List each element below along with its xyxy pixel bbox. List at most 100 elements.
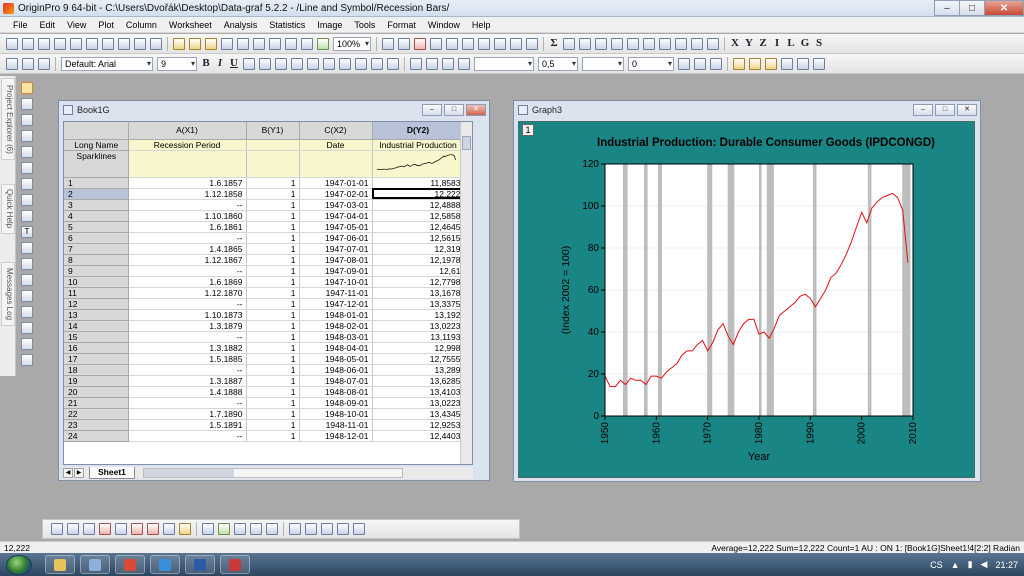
zoom-in-icon[interactable] [21,98,33,110]
set-error-icon[interactable]: I [772,37,782,50]
table-cell[interactable]: 1947-02-01 [299,188,373,200]
save-template-icon[interactable] [237,37,249,50]
menu-window[interactable]: Window [422,20,466,30]
new-project-icon[interactable] [6,37,18,50]
industrial-production-chart[interactable]: 0 20 40 60 80 100 120 1950 1960 1970 1980 1990 2000 2… [519,122,974,477]
swap-layers-icon[interactable] [266,523,278,535]
table-cell[interactable]: 12,4645 [372,221,465,233]
table-cell[interactable]: 1 [246,188,300,200]
row-header[interactable]: 23 [64,419,129,431]
screen-reader-icon[interactable] [21,130,33,142]
table-cell[interactable]: 13,0223 [372,320,465,332]
table-row[interactable]: 12 -- 1 1947-12-01 13,3375 [64,298,465,310]
table-cell[interactable]: 1 [246,243,300,255]
table-cell[interactable]: 1948-01-01 [299,309,373,321]
link-icon[interactable] [21,338,33,350]
row-header[interactable]: 21 [64,397,129,409]
table-cell[interactable]: 13,289 [372,364,465,376]
pie-plot-icon[interactable] [163,523,175,535]
row-header[interactable]: 14 [64,320,129,332]
sparkline-b[interactable] [246,150,300,178]
table-cell[interactable]: 1.6.1869 [128,276,247,288]
table-cell[interactable]: 1 [246,276,300,288]
table-cell[interactable]: 1.10.1860 [128,210,247,222]
align-right-layer-icon[interactable] [305,523,317,535]
add-layer-icon[interactable] [202,523,214,535]
table-cell[interactable]: 1947-03-01 [299,199,373,211]
sheet-next-button[interactable]: ▶ [74,468,84,478]
align-bottom-layer-icon[interactable] [337,523,349,535]
row-header[interactable]: 5 [64,221,129,233]
scatter-plot-icon[interactable] [67,523,79,535]
network-icon[interactable]: ▲ [951,560,960,570]
same-size-layer-icon[interactable] [353,523,365,535]
draw-data-icon[interactable] [21,210,33,222]
menu-analysis[interactable]: Analysis [218,20,264,30]
quick-help-tab[interactable]: Quick Help [1,184,15,234]
minimize-button[interactable]: – [934,0,960,16]
table-row[interactable]: 20 1.4.1888 1 1948-08-01 13,4103 [64,386,465,398]
table-cell[interactable]: 12,1978 [372,254,465,266]
menu-column[interactable]: Column [120,20,163,30]
new-folder-icon[interactable] [22,37,34,50]
stack-plot-icon[interactable] [131,523,143,535]
row-header[interactable]: 10 [64,276,129,288]
font-family-select[interactable]: Default: Arial [61,56,153,71]
import-wizard-icon[interactable] [269,37,281,50]
copy-icon[interactable] [22,57,34,70]
sort-icon[interactable] [563,37,575,50]
table-cell[interactable]: 12,61 [372,265,465,277]
row-header[interactable]: 17 [64,353,129,365]
table-cell[interactable]: 12,9253 [372,419,465,431]
sparkline-c[interactable] [299,150,373,178]
row-header[interactable]: 18 [64,364,129,376]
project-explorer-icon[interactable] [478,37,490,50]
vertical-scroll-thumb[interactable] [462,136,471,150]
table-row[interactable]: 9 -- 1 1947-09-01 12,61 [64,265,465,277]
table-cell[interactable]: 1 [246,408,300,420]
table-cell[interactable]: 1 [246,232,300,244]
table-cell[interactable]: 12,319 [372,243,465,255]
table-row[interactable]: 2 1.12.1858 1 1947-02-01 12,222 [64,188,465,200]
table-row[interactable]: 23 1.5.1891 1 1948-11-01 12,9253 [64,419,465,431]
table-cell[interactable]: 1 [246,364,300,376]
table-cell[interactable]: 1948-07-01 [299,375,373,387]
italic-button[interactable]: I [215,57,225,70]
row-header[interactable]: 12 [64,298,129,310]
table-cell[interactable]: 1.3.1879 [128,320,247,332]
mask-icon[interactable] [21,194,33,206]
new-layout-icon[interactable] [118,37,130,50]
taskbar-app-origin[interactable] [220,555,250,574]
border-style-select[interactable] [582,56,624,71]
table-cell[interactable]: 1.5.1885 [128,353,247,365]
menu-image[interactable]: Image [311,20,348,30]
text-tool-icon[interactable]: T [21,226,33,238]
line-width-select[interactable]: 0,5 [538,56,578,71]
pattern-icon[interactable] [426,57,438,70]
grid-lines-icon[interactable] [694,57,706,70]
close-button[interactable]: ✕ [984,0,1024,16]
filter-clear-icon[interactable] [691,37,703,50]
table-cell[interactable]: 12,222 [372,188,465,200]
menu-help[interactable]: Help [466,20,497,30]
table-cell[interactable]: 1.3.1887 [128,375,247,387]
table-row[interactable]: 14 1.3.1879 1 1948-02-01 13,0223 [64,320,465,332]
table-cell[interactable]: 1 [246,287,300,299]
table-row[interactable]: 6 -- 1 1947-06-01 12,5615 [64,232,465,244]
table-cell[interactable]: 12,5615 [372,232,465,244]
menu-view[interactable]: View [61,20,92,30]
new-code-icon[interactable] [150,37,162,50]
table-cell[interactable]: 1 [246,210,300,222]
plot-area-icon[interactable] [659,37,671,50]
table-cell[interactable]: 12,4888 [372,199,465,211]
table-cell[interactable]: 1947-01-01 [299,177,373,189]
table-row[interactable]: 11 1.12.1870 1 1947-11-01 13,1678 [64,287,465,299]
clock[interactable]: 21:27 [995,560,1018,570]
back-icon[interactable] [749,57,761,70]
table-cell[interactable]: -- [128,364,247,376]
graph-maximize-button[interactable]: □ [935,104,955,116]
table-row[interactable]: 17 1.5.1885 1 1948-05-01 12,7555 [64,353,465,365]
puzzle-icon[interactable] [317,37,329,50]
recalculate-icon[interactable] [301,37,313,50]
table-icon[interactable] [710,57,722,70]
